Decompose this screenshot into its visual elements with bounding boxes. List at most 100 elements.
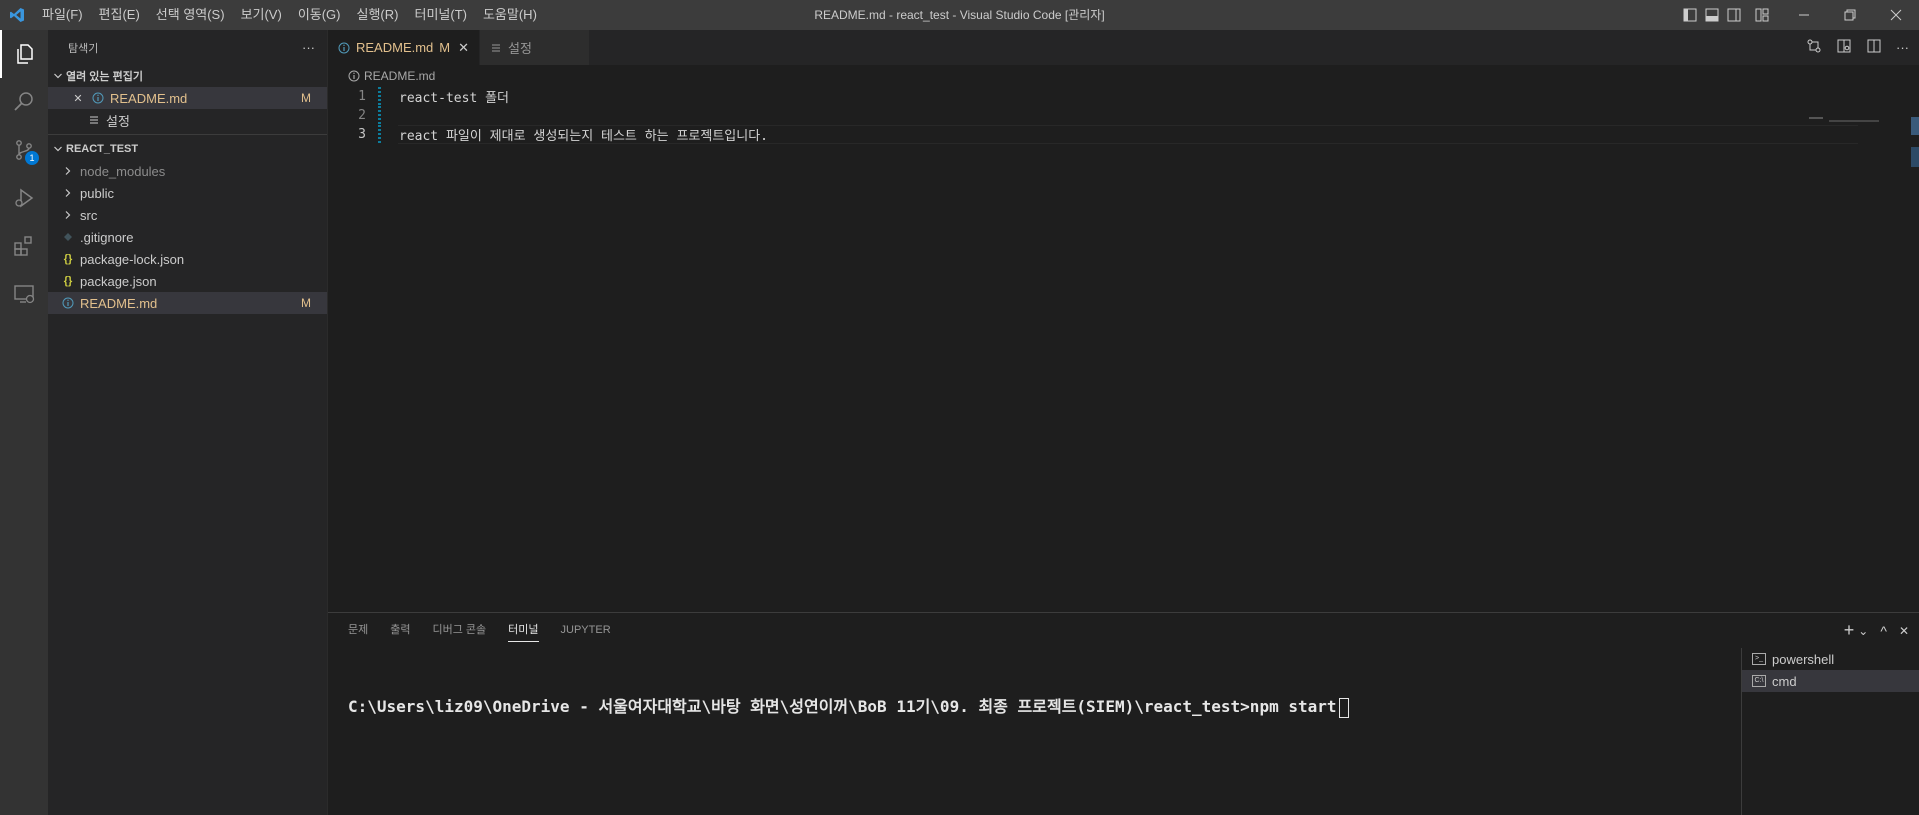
remote-explorer-icon[interactable] [0,270,48,318]
tab-output[interactable]: 출력 [390,613,410,648]
line-number: 3 [358,127,366,142]
json-file-icon: {} [63,275,73,287]
menu-terminal[interactable]: 터미널(T) [406,0,474,30]
code-editor[interactable]: 1 react-test 폴더 2 3 react 파일이 제대로 생성되는지 … [328,87,1919,144]
toggle-primary-sidebar-icon[interactable] [1679,0,1701,30]
open-editors-section[interactable]: 열려 있는 편집기 [48,65,327,87]
info-icon [90,90,106,106]
menu-selection[interactable]: 선택 영역(S) [148,0,233,30]
chevron-down-icon[interactable]: ⌄ [1858,624,1868,638]
close-window-icon[interactable] [1873,0,1919,30]
explorer-icon[interactable] [0,30,48,78]
project-heading: REACT_TEST [66,143,139,155]
code-line: 2 [328,106,1919,125]
menu-help[interactable]: 도움말(H) [475,0,545,30]
scrollbar-thumb[interactable] [1911,147,1919,167]
menu-run[interactable]: 실행(R) [349,0,407,30]
terminal-prompt-line: C:\Users\liz09\OneDrive - 서울여자대학교\바탕 화면\… [348,697,1337,716]
settings-list-icon [86,112,102,128]
tree-item-package-json[interactable]: {} package.json [48,270,327,292]
section-divider [48,134,327,135]
toggle-panel-icon[interactable] [1701,0,1723,30]
menu-go[interactable]: 이동(G) [290,0,349,30]
split-editor-icon[interactable] [1866,38,1882,57]
chevron-right-icon [60,163,76,179]
explorer-sidebar: 탐색기 ··· 열려 있는 편집기 ✕ README.md M 설정 REACT… [48,30,328,815]
tree-item-readme[interactable]: README.md M [48,292,327,314]
git-modified-marker [378,106,381,125]
tab-problems[interactable]: 문제 [348,613,368,648]
open-editor-item-readme[interactable]: ✕ README.md M [48,87,327,109]
tree-item-public[interactable]: public [48,182,327,204]
terminal-item-powershell[interactable]: >_ powershell [1742,648,1919,670]
tab-jupyter[interactable]: JUPYTER [561,613,611,648]
menu-file[interactable]: 파일(F) [34,0,91,30]
tree-item-label: package-lock.json [80,251,185,267]
close-icon[interactable]: ✕ [70,90,86,106]
terminal-icon: >_ [1752,653,1766,665]
open-editor-label: README.md [110,90,188,106]
menu-view[interactable]: 보기(V) [233,0,290,30]
run-debug-icon[interactable] [0,174,48,222]
tree-item-label: .gitignore [80,229,134,245]
terminal-output[interactable]: C:\Users\liz09\OneDrive - 서울여자대학교\바탕 화면\… [348,693,1349,718]
terminal-item-cmd[interactable]: C:\ cmd [1742,670,1919,692]
tree-item-label: src [80,207,98,223]
extensions-icon[interactable] [0,222,48,270]
close-tab-icon[interactable]: ✕ [458,40,469,56]
source-control-icon[interactable]: 1 [0,126,48,174]
search-icon[interactable] [0,78,48,126]
tree-item-label: README.md [80,295,158,311]
tree-item-node-modules[interactable]: node_modules [48,160,327,182]
tree-item-package-lock[interactable]: {} package-lock.json [48,248,327,270]
scm-count-badge: 1 [25,151,39,165]
minimize-icon[interactable] [1781,0,1827,30]
minimap-slider[interactable] [1911,117,1919,135]
tab-readme[interactable]: README.md M ✕ [328,30,481,65]
terminal-list: >_ powershell C:\ cmd [1741,648,1919,815]
compare-changes-icon[interactable] [1806,38,1822,57]
info-icon [348,70,360,82]
line-number: 1 [358,89,366,104]
tree-item-gitignore[interactable]: .gitignore [48,226,327,248]
line-number: 2 [358,108,366,123]
terminal-item-label: cmd [1772,673,1797,689]
more-actions-icon[interactable]: ··· [302,40,315,55]
open-preview-icon[interactable] [1836,38,1852,57]
bottom-panel: 문제 출력 디버그 콘솔 터미널 JUPYTER + ⌄ ^ ✕ C:\User… [328,612,1919,815]
tree-item-src[interactable]: src [48,204,327,226]
chevron-right-icon [60,185,76,201]
maximize-panel-icon[interactable]: ^ [1880,623,1887,639]
chevron-down-icon [50,144,66,154]
tab-debug-console[interactable]: 디버그 콘솔 [433,613,487,648]
more-actions-icon[interactable]: ··· [1896,40,1909,55]
code-line: 3 react 파일이 제대로 생성되는지 테스트 하는 프로젝트입니다. [328,125,1919,144]
menu-bar: 파일(F) 편집(E) 선택 영역(S) 보기(V) 이동(G) 실행(R) 터… [34,0,545,30]
chevron-right-icon [60,207,76,223]
terminal-item-label: powershell [1772,651,1835,667]
toggle-secondary-sidebar-icon[interactable] [1723,0,1745,30]
editor-tabs: README.md M ✕ 설정 ··· [328,30,1919,65]
tab-label: 설정 [508,41,532,56]
open-editor-label: 설정 [106,113,130,129]
tree-item-label: package.json [80,273,157,289]
info-icon [338,42,350,54]
restore-icon[interactable] [1827,0,1873,30]
close-panel-icon[interactable]: ✕ [1899,624,1909,638]
menu-edit[interactable]: 편집(E) [91,0,148,30]
modified-badge: M [301,296,311,310]
tab-terminal[interactable]: 터미널 [508,613,539,648]
breadcrumb[interactable]: README.md [328,65,1919,87]
tab-settings[interactable]: 설정 [480,30,591,65]
customize-layout-icon[interactable] [1751,0,1773,30]
sidebar-title: 탐색기 [68,42,99,55]
tree-item-label: node_modules [80,163,166,179]
panel-tabs: 문제 출력 디버그 콘솔 터미널 JUPYTER + ⌄ ^ ✕ [328,613,1919,648]
new-terminal-icon[interactable]: + [1844,620,1855,641]
code-line: 1 react-test 폴더 [328,87,1919,106]
activity-bar: 1 [0,30,48,815]
project-section[interactable]: REACT_TEST [48,138,327,160]
git-file-icon [60,229,76,245]
minimap[interactable] [1799,87,1919,607]
open-editor-item-settings[interactable]: 설정 [48,109,327,131]
